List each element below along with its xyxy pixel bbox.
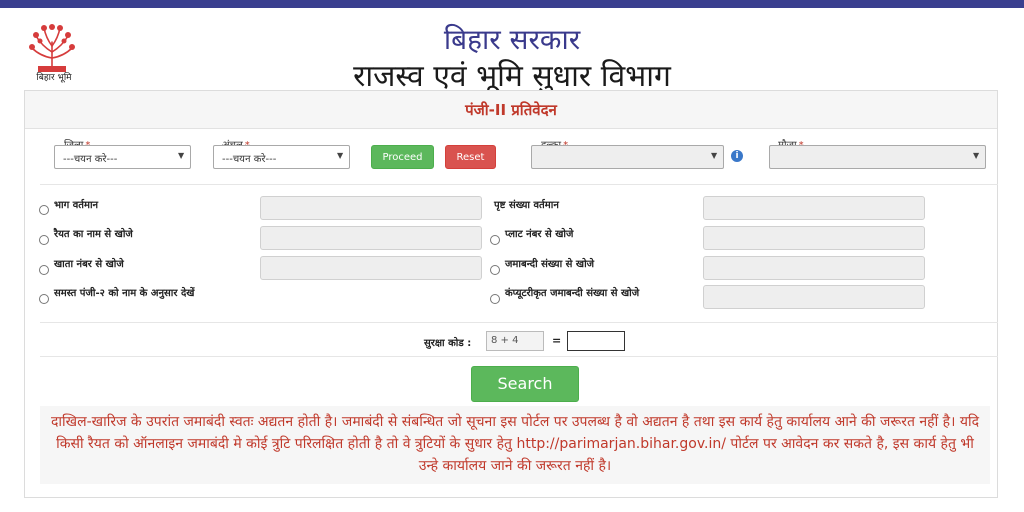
computerised-jamabandi-input[interactable] (703, 285, 925, 309)
plot-number-input[interactable] (703, 226, 925, 250)
halka-select[interactable]: ▼ (531, 145, 724, 169)
page-title: पंजी-II प्रतिवेदन (465, 101, 557, 119)
radio-plot-number[interactable] (490, 235, 500, 245)
option-label: रैयत का नाम से खोजे (54, 229, 133, 240)
proceed-button[interactable]: Proceed (371, 145, 434, 169)
captcha-expression: 8 + 4 (486, 331, 544, 351)
district-select-value: ---चयन करे--- (63, 154, 118, 165)
department-title: राजस्व एवं भूमि सुधार विभाग (353, 59, 671, 94)
option-label: जमाबन्दी संख्या से खोजे (505, 259, 595, 270)
panel-header: पंजी-II प्रतिवेदन (25, 91, 997, 129)
reset-button[interactable]: Reset (445, 145, 496, 169)
circle-select-value: ---चयन करे--- (222, 154, 277, 165)
chevron-down-icon: ▼ (337, 151, 344, 160)
option-label: समस्त पंजी-२ को नाम के अनुसार देखें (54, 288, 195, 299)
government-title: बिहार सरकार (443, 23, 581, 56)
captcha-equals: = (552, 334, 562, 347)
captcha-input[interactable] (567, 331, 625, 351)
chevron-down-icon: ▼ (711, 151, 718, 160)
page-number-input[interactable] (703, 196, 925, 220)
jamabandi-number-input[interactable] (703, 256, 925, 280)
radio-jamabandi-number[interactable] (490, 265, 500, 275)
notice-text: दाखिल-खारिज के उपरांत जमाबंदी स्वतः अद्य… (50, 414, 980, 474)
option-label: खाता नंबर से खोजे (54, 259, 124, 270)
divider (40, 184, 998, 185)
search-button[interactable]: Search (471, 366, 579, 402)
district-select[interactable]: ---चयन करे--- ▼ (54, 145, 191, 169)
chevron-down-icon: ▼ (178, 151, 185, 160)
captcha-label: सुरक्षा कोड : (424, 338, 472, 349)
option-label: भाग वर्तमान (54, 200, 99, 211)
option-label: कंप्यूटरीकृत जमाबन्दी संख्या से खोजे (505, 288, 640, 299)
radio-raiyat-name[interactable] (39, 235, 49, 245)
option-label: पृष्ट संख्या वर्तमान (494, 200, 559, 211)
option-label: प्लाट नंबर से खोजे (505, 229, 574, 240)
info-icon[interactable]: i (731, 150, 743, 162)
site-header: बिहार भूमि बिहार सरकार राजस्व एवं भूमि स… (0, 8, 1024, 94)
mauza-select[interactable]: ▼ (769, 145, 986, 169)
radio-part-current[interactable] (39, 205, 49, 215)
top-bar (0, 0, 1024, 8)
khata-number-input[interactable] (260, 256, 482, 280)
radio-all-register-by-name[interactable] (39, 294, 49, 304)
circle-select[interactable]: ---चयन करे--- ▼ (213, 145, 350, 169)
raiyat-name-input[interactable] (260, 226, 482, 250)
divider (40, 322, 998, 323)
notice-box: दाखिल-खारिज के उपरांत जमाबंदी स्वतः अद्य… (40, 406, 990, 484)
chevron-down-icon: ▼ (973, 151, 980, 160)
divider (40, 356, 998, 357)
radio-computerised-jamabandi[interactable] (490, 294, 500, 304)
part-current-input[interactable] (260, 196, 482, 220)
radio-khata-number[interactable] (39, 265, 49, 275)
